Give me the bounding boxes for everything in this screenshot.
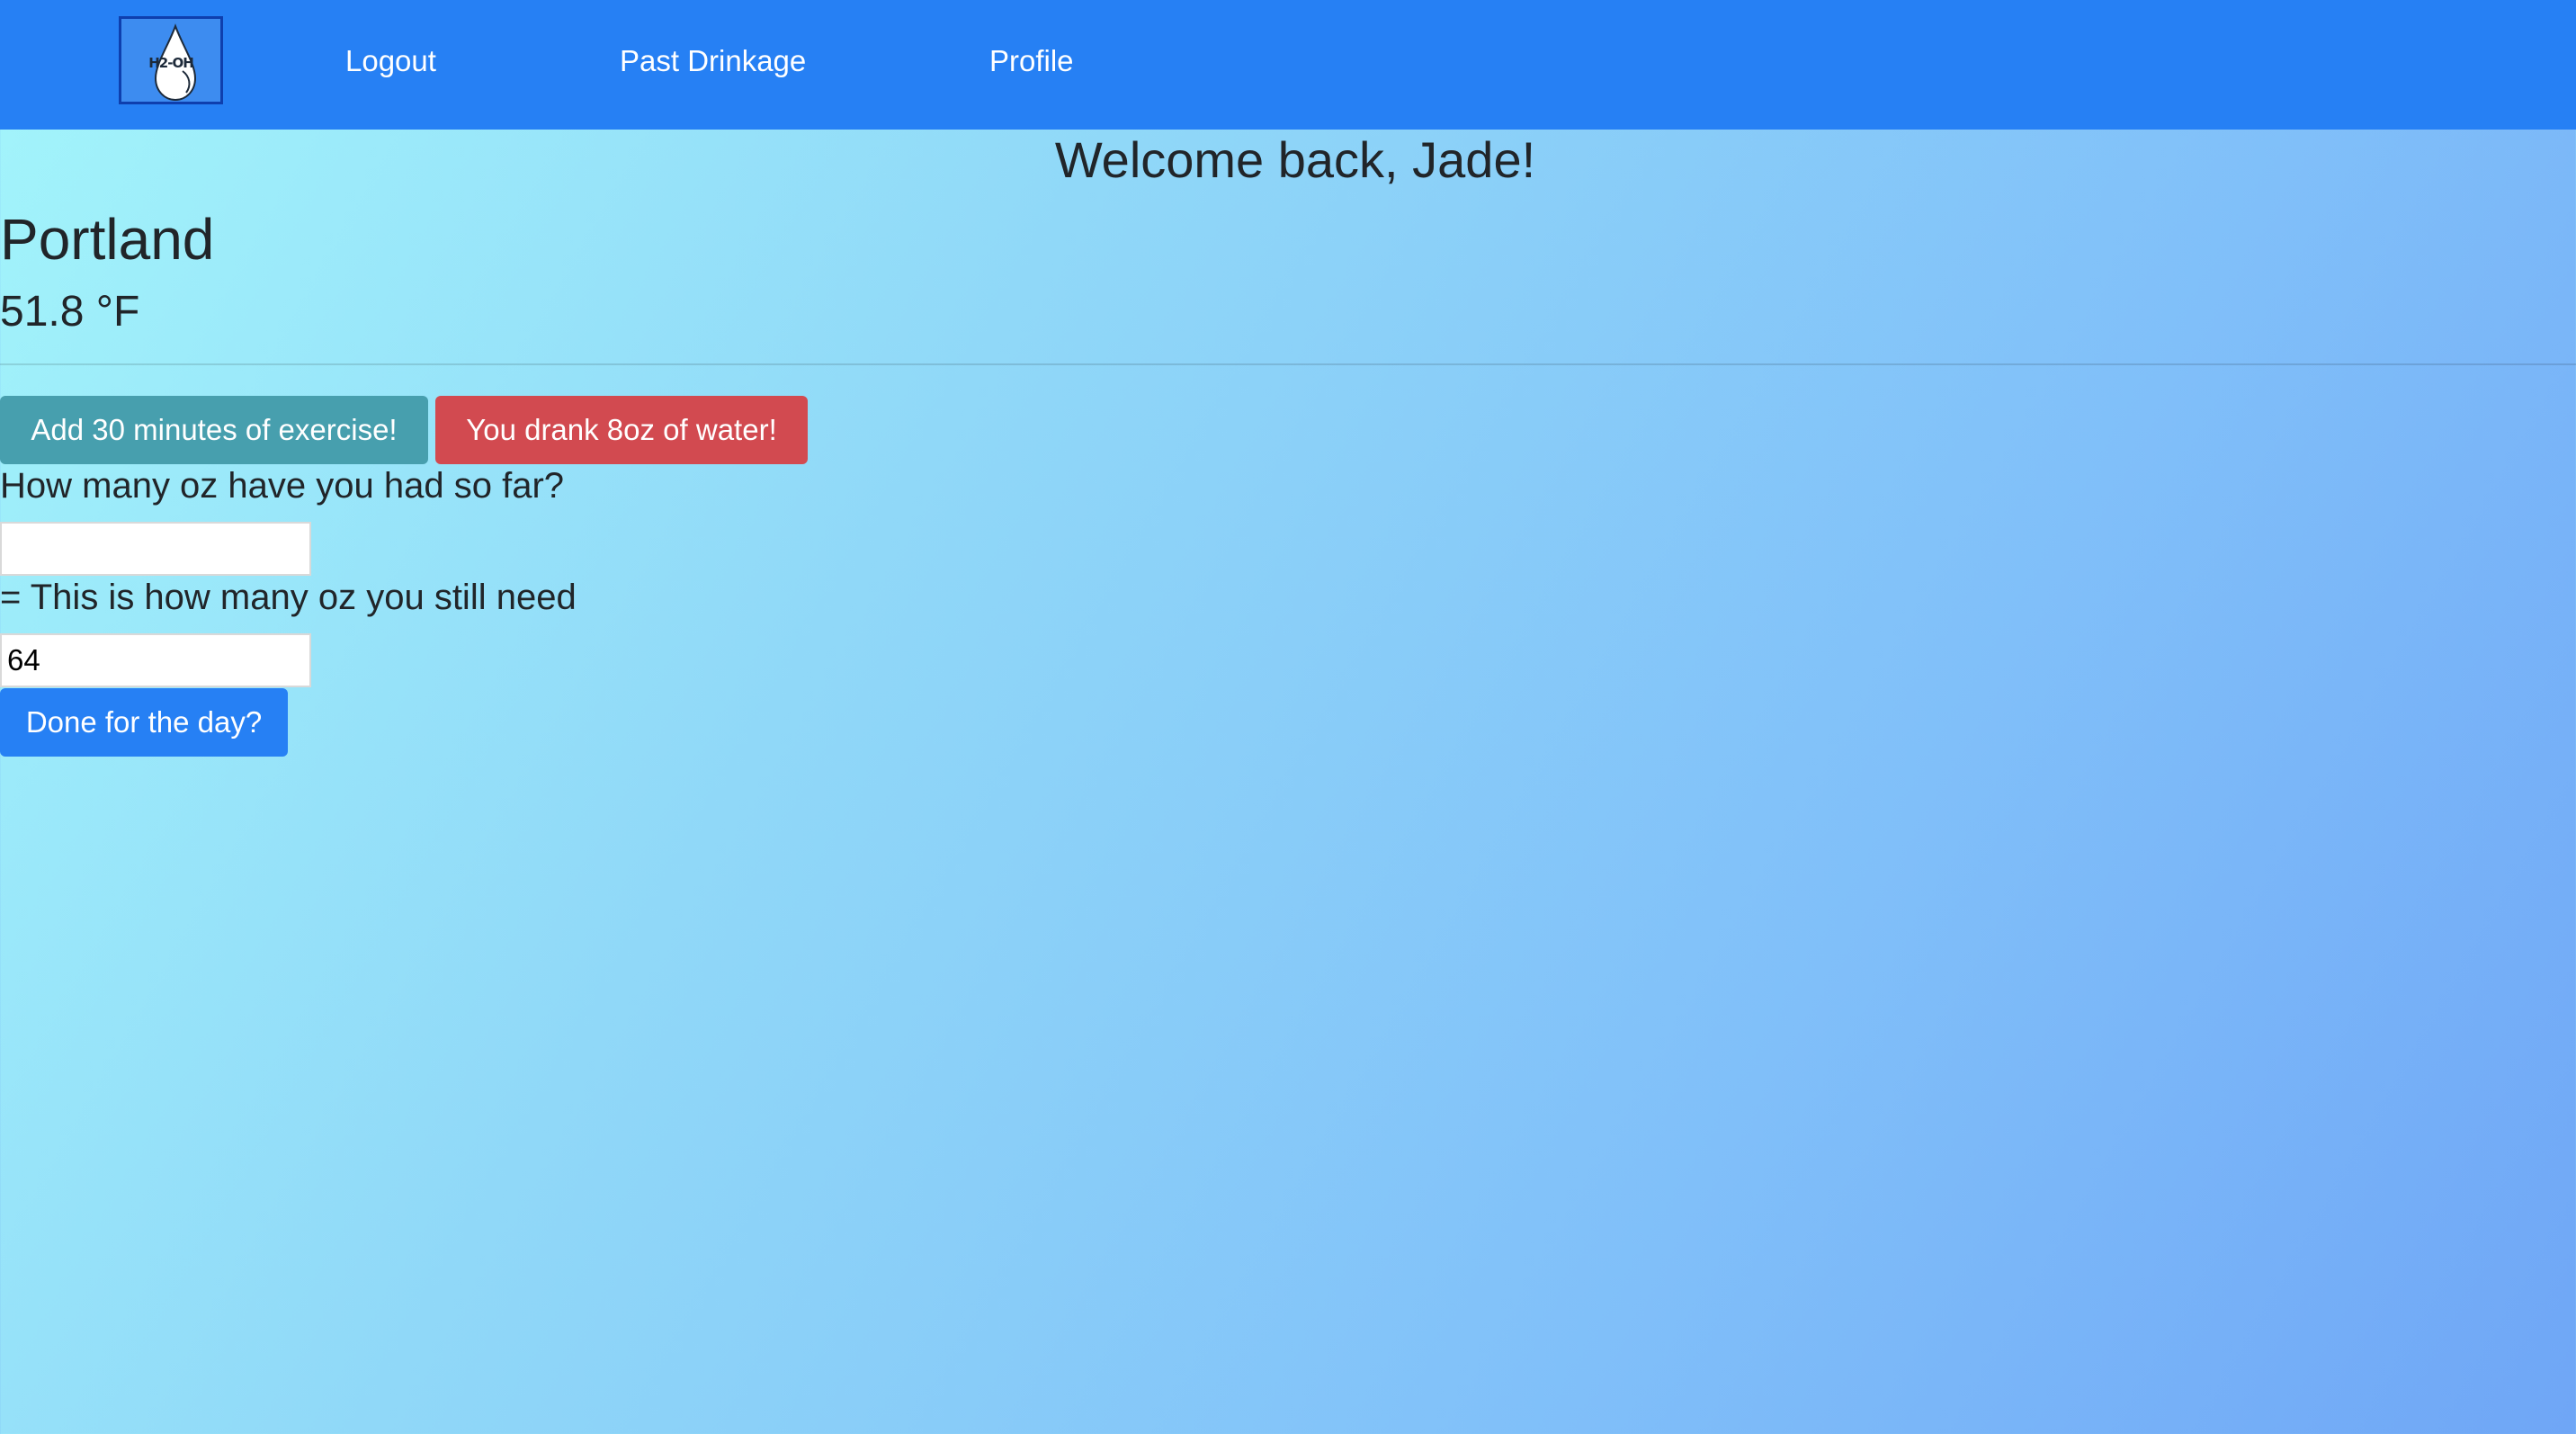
done-for-day-button[interactable]: Done for the day? bbox=[0, 688, 288, 757]
divider bbox=[0, 363, 2576, 365]
consumed-oz-label: How many oz have you had so far? bbox=[0, 466, 565, 506]
logo[interactable]: H2-OH bbox=[119, 16, 223, 104]
consumed-oz-input[interactable] bbox=[0, 522, 311, 576]
nav-past-drinkage-link[interactable]: Past Drinkage bbox=[620, 41, 806, 81]
welcome-heading: Welcome back, Jade! bbox=[1054, 131, 1536, 188]
drank-water-button[interactable]: You drank 8oz of water! bbox=[435, 396, 808, 464]
remaining-oz-label: = This is how many oz you still need bbox=[0, 578, 577, 617]
logo-text: H2-OH bbox=[148, 55, 194, 71]
nav-logout-link[interactable]: Logout bbox=[345, 41, 436, 81]
navbar: H2-OH Logout Past Drinkage Profile bbox=[0, 0, 2576, 130]
weather-city: Portland bbox=[0, 207, 215, 272]
add-exercise-button[interactable]: Add 30 minutes of exercise! bbox=[0, 396, 428, 464]
nav-profile-link[interactable]: Profile bbox=[989, 41, 1074, 81]
remaining-oz-field[interactable] bbox=[0, 633, 311, 687]
weather-temperature: 51.8 °F bbox=[0, 288, 140, 336]
